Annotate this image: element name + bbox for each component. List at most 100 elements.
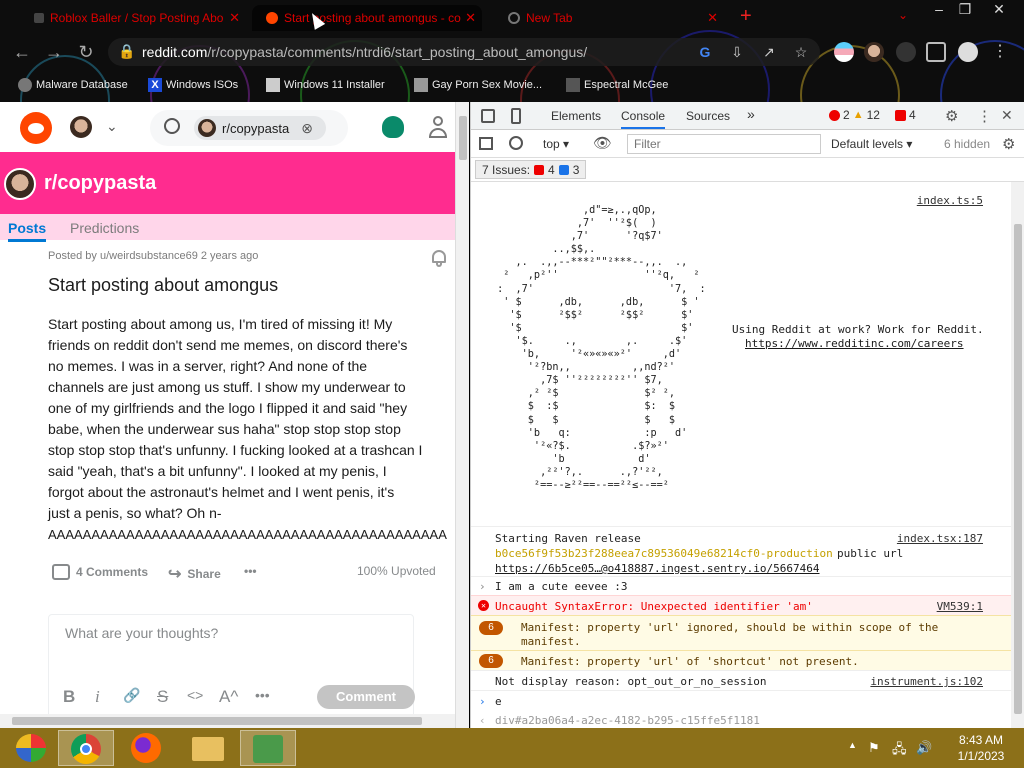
post-title[interactable]: Start posting about amongus [48,275,278,296]
bell-icon[interactable] [430,248,448,268]
tab-elements[interactable]: Elements [551,109,601,123]
live-expression-eye-icon[interactable]: 👁 [593,134,612,152]
console-prompt[interactable]: › e [471,690,1011,712]
action-center-flag-icon[interactable]: ⚑ [868,740,880,756]
taskbar-firefox[interactable] [118,730,174,766]
more-tabs-button[interactable]: » [747,106,755,122]
bookmark-windows-11-installer[interactable]: Windows 11 Installer [266,76,385,94]
tab-posts[interactable]: Posts [8,220,47,242]
forward-button[interactable]: → [42,40,66,64]
source-link[interactable]: index.ts:5 [917,194,983,207]
tab-console[interactable]: Console [621,109,666,129]
tab-new-tab[interactable]: New Tab ✕ [494,5,724,31]
log-levels-dropdown[interactable]: Default levels ▾ [831,137,912,151]
taskbar-network-app[interactable] [240,730,296,766]
tab-sources[interactable]: Sources [686,109,730,123]
chevron-down-icon[interactable]: ⌄ [106,118,118,135]
horizontal-scrollbar[interactable] [0,714,455,728]
inspect-element-icon[interactable] [481,109,495,123]
bookmark-star-icon[interactable]: ☆ [792,43,810,61]
strikethrough-button[interactable]: S [157,687,168,707]
tab-predictions[interactable]: Predictions [70,220,139,236]
more-formatting-button[interactable]: ••• [255,687,270,703]
issues-button[interactable]: 7 Issues: 4 3 [475,160,587,179]
reddit-search-bar[interactable]: r/copypasta ⊗ [150,110,348,146]
inline-code-button[interactable]: <> [187,687,203,703]
scrollbar-thumb[interactable] [459,116,467,160]
clear-console-icon[interactable] [509,136,523,150]
bookmark-windows-isos[interactable]: X Windows ISOs [148,76,238,94]
tab-start-posting-amongus[interactable]: Start posting about amongus - co ✕ [252,5,482,31]
reddit-logo-icon[interactable] [20,112,52,144]
device-toolbar-icon[interactable] [511,108,521,124]
console-input[interactable]: e [495,695,502,708]
share-button[interactable]: ↪ Share [168,564,221,584]
subreddit-icon[interactable] [4,168,36,200]
console-settings-icon[interactable]: ⚙ [1002,135,1015,153]
sentry-url-link[interactable]: https://6b5ce05…@o418887.ingest.sentry.i… [495,562,820,575]
more-options-button[interactable]: ••• [244,564,257,578]
bookmark-movie-site[interactable]: Gay Porn Sex Movie... [414,76,542,94]
user-profile-icon[interactable] [428,116,448,138]
system-clock[interactable]: 8:43 AM 1/1/2023 [946,732,1016,764]
taskbar-file-explorer[interactable] [180,730,236,766]
tab-roblox-baller[interactable]: Roblox Baller / Stop Posting Abo ✕ [20,5,246,31]
chrome-menu-icon[interactable]: ⋮ [990,42,1010,62]
new-tab-button[interactable]: + [740,6,752,26]
volume-icon[interactable]: 🔊 [916,740,932,756]
comment-editor[interactable]: What are your thoughts? B i 🔗 S <> A^ ••… [48,614,415,724]
bookmark-malware-database[interactable]: Malware Database [18,76,128,94]
scrollbar-thumb[interactable] [12,717,422,725]
sidebar-toggle-icon[interactable] [479,137,493,150]
careers-link[interactable]: https://www.redditinc.com/careers [745,337,964,350]
side-panel-icon[interactable] [926,42,946,62]
settings-gear-icon[interactable]: ⚙ [945,107,958,125]
profile-extension-icon[interactable] [864,42,884,62]
console-warning-manifest-shortcut[interactable]: 6 Manifest: property 'url' of 'shortcut'… [471,650,1011,670]
start-button[interactable] [4,730,60,766]
clear-chip-icon[interactable]: ⊗ [301,120,313,137]
close-tab-icon[interactable]: ✕ [707,10,718,26]
pride-flag-extension-icon[interactable] [834,42,854,62]
console-scrollbar[interactable] [1011,182,1024,728]
superscript-button[interactable]: A^ [219,687,238,707]
google-lens-icon[interactable]: G [696,43,714,61]
tab-search-icon[interactable]: ⌄ [898,8,908,22]
issues-badge[interactable]: 4 [895,108,916,122]
console-filter-input[interactable] [627,134,821,154]
kebab-menu-icon[interactable]: ⋮ [977,107,992,125]
share-icon[interactable]: ↗ [760,43,778,61]
error-count-badge[interactable]: 2 ▲ 12 [829,108,880,122]
snoo-mascot-icon[interactable] [382,116,404,138]
install-app-icon[interactable]: ⇩ [728,43,746,61]
close-tab-icon[interactable]: ✕ [229,10,240,26]
reload-button[interactable]: ↻ [74,40,98,64]
puzzle-extensions-icon[interactable] [896,42,916,62]
network-icon[interactable]: 🖧 [892,740,907,762]
bold-button[interactable]: B [63,687,75,707]
close-window-button[interactable]: ✕ [982,0,1016,20]
close-tab-icon[interactable]: ✕ [465,10,476,26]
scrollbar-thumb[interactable] [1014,224,1022,714]
source-link[interactable]: instrument.js:102 [870,675,983,688]
profile-avatar-icon[interactable] [958,42,978,62]
search-scope-chip[interactable]: r/copypasta ⊗ [194,116,326,140]
console-warning-manifest-scope[interactable]: 6 Manifest: property 'url' ignored, shou… [471,615,1011,650]
user-avatar[interactable] [70,116,92,138]
context-select[interactable]: top ▾ [543,137,569,151]
comments-button[interactable]: 4 Comments [52,564,148,580]
link-icon[interactable]: 🔗 [123,687,140,704]
comment-submit-button[interactable]: Comment [317,685,415,709]
maximize-button[interactable]: ❐ [948,0,982,20]
bookmark-espectral-mcgee[interactable]: Espectral McGee [566,76,668,94]
back-button[interactable]: ← [10,40,34,64]
page-scrollbar[interactable] [455,102,469,728]
taskbar-chrome[interactable] [58,730,114,766]
subreddit-name[interactable]: r/copypasta [44,172,156,195]
show-hidden-icons-button[interactable]: ▲ [848,740,857,750]
address-bar[interactable]: 🔒 reddit.com/r/copypasta/comments/ntrdi6… [108,38,820,66]
close-devtools-icon[interactable]: ✕ [1001,107,1013,124]
source-link[interactable]: VM539:1 [937,600,983,613]
source-link[interactable]: index.tsx:187 [897,532,983,545]
italic-button[interactable]: i [95,687,100,707]
